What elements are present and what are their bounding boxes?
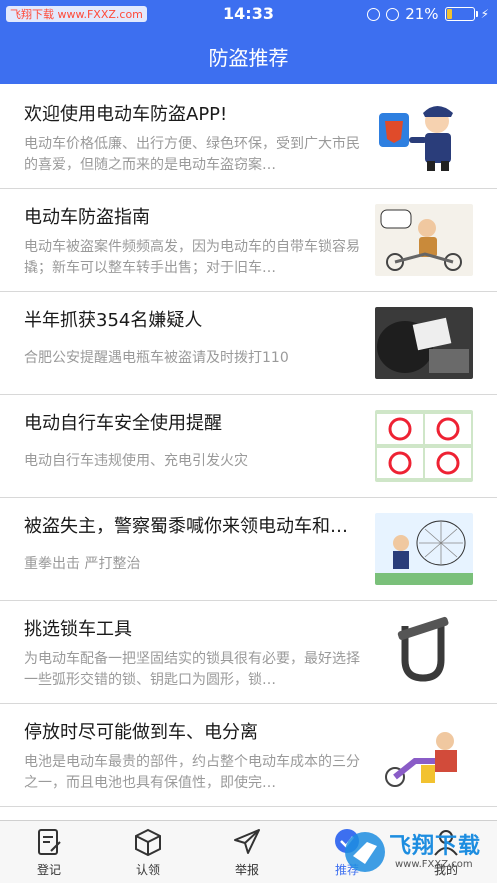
police-net-cartoon-image	[375, 513, 473, 585]
article-title: 电动自行车安全使用提醒	[24, 413, 222, 434]
article-item[interactable]: 电动车防盗指南 电动车被盗案件频频高发，因为电动车的自带车锁容易撬；新车可以整车…	[0, 189, 497, 292]
watermark-url: www.FXXZ.com	[395, 859, 473, 870]
tab-label: 认领	[135, 863, 160, 877]
watermark-logo-icon	[345, 832, 385, 872]
article-title: 半年抓获354名嫌疑人	[24, 310, 203, 331]
article-desc: 电动车被盗案件频频高发，因为电动车的自带车锁容易撬；新车可以整车转手出售；对于旧…	[24, 239, 360, 276]
scooter-photo-image	[375, 307, 473, 379]
article-title: 电动车防盗指南	[24, 207, 150, 228]
status-icons: 21% ⚡	[367, 5, 489, 23]
tab-report[interactable]: 举报	[207, 827, 287, 878]
article-desc: 重拳出击 严打整治	[24, 556, 141, 572]
article-item[interactable]: 电动自行车安全使用提醒 电动自行车违规使用、充电引发火灾	[0, 395, 497, 498]
article-item[interactable]: 挑选锁车工具 为电动车配备一把坚固结实的锁具很有必要，最好选择一些弧形交错的锁、…	[0, 601, 497, 704]
tab-label: 举报	[234, 863, 259, 877]
article-title: 欢迎使用电动车防盗APP!	[24, 104, 228, 125]
article-desc: 合肥公安提醒遇电瓶车被盗请及时拨打110	[24, 350, 289, 366]
article-list: 欢迎使用电动车防盗APP! 电动车价格低廉、出行方便、绿色环保，受到广大市民的喜…	[0, 86, 497, 807]
register-icon	[38, 829, 61, 855]
police-cartoon-image	[375, 101, 473, 173]
battery-icon	[444, 7, 478, 21]
article-title: 挑选锁车工具	[24, 619, 132, 640]
article-title: 停放时尽可能做到车、电分离	[24, 722, 258, 743]
article-desc: 电动车价格低廉、出行方便、绿色环保，受到广大市民的喜爱，但随之而来的是电动车盗窃…	[24, 136, 360, 173]
battery-percent: 21%	[405, 5, 439, 23]
tab-label: 登记	[36, 863, 61, 877]
article-desc: 为电动车配备一把坚固结实的锁具很有必要，最好选择一些弧形交错的锁、钥匙口为圆形，…	[24, 651, 360, 688]
battery-thief-cartoon-image	[375, 719, 473, 791]
article-item[interactable]: 半年抓获354名嫌疑人 合肥公安提醒遇电瓶车被盗请及时拨打110	[0, 292, 497, 395]
u-lock-image	[375, 616, 473, 688]
charging-icon: ⚡	[480, 7, 489, 21]
rotation-lock-icon	[367, 7, 381, 21]
article-title: 被盗失主，警察蜀黍喊你来领电动车和…	[24, 516, 348, 537]
tab-register[interactable]: 登记	[9, 827, 89, 878]
site-watermark: 飞翔下载 www.FXXZ.com	[341, 826, 489, 878]
box-icon	[135, 828, 161, 857]
send-icon	[234, 829, 260, 854]
tab-claim[interactable]: 认领	[108, 827, 188, 878]
alarm-icon	[386, 7, 400, 21]
article-item[interactable]: 停放时尽可能做到车、电分离 电池是电动车最贵的部件，约占整个电动车成本的三分之一…	[0, 704, 497, 807]
nav-bar: 防盗推荐	[0, 28, 497, 84]
thief-cartoon-image	[375, 204, 473, 276]
article-item[interactable]: 欢迎使用电动车防盗APP! 电动车价格低廉、出行方便、绿色环保，受到广大市民的喜…	[0, 86, 497, 189]
watermark-brand: 飞翔下载	[389, 834, 482, 859]
article-desc: 电动自行车违规使用、充电引发火灾	[24, 453, 248, 469]
article-item[interactable]: 被盗失主，警察蜀黍喊你来领电动车和… 重拳出击 严打整治	[0, 498, 497, 601]
safety-poster-image	[375, 410, 473, 482]
page-title: 防盗推荐	[208, 46, 289, 70]
status-bar: 飞翔下载 www.FXXZ.com 14:33 21% ⚡	[0, 0, 497, 28]
article-desc: 电池是电动车最贵的部件，约占整个电动车成本的三分之一，而且电池也具有保值性，即使…	[24, 754, 360, 791]
